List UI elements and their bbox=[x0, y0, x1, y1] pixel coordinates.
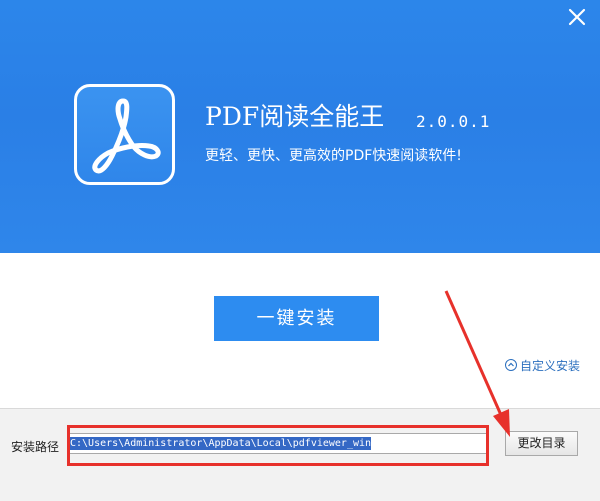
chevron-up-circle-icon bbox=[505, 359, 517, 371]
app-logo bbox=[74, 84, 175, 185]
app-title: PDF阅读全能王 bbox=[205, 102, 385, 131]
acrobat-pdf-icon bbox=[92, 98, 161, 174]
install-path-value: C:\Users\Administrator\AppData\Local\pdf… bbox=[70, 437, 372, 450]
install-path-label: 安装路径 bbox=[11, 440, 60, 454]
custom-install-label: 自定义安装 bbox=[520, 358, 581, 373]
custom-install-link[interactable]: 自定义安装 bbox=[505, 356, 580, 374]
close-icon bbox=[568, 8, 586, 26]
app-version: 2.0.0.1 bbox=[416, 112, 491, 131]
one-click-install-button[interactable]: 一键安装 bbox=[214, 296, 379, 341]
app-tagline: 更轻、更快、更高效的PDF快速阅读软件! bbox=[205, 148, 462, 164]
install-path-input[interactable]: C:\Users\Administrator\AppData\Local\pdf… bbox=[67, 433, 488, 454]
header-banner: PDF阅读全能王 2.0.0.1 更轻、更快、更高效的PDF快速阅读软件! bbox=[0, 0, 600, 253]
close-button[interactable] bbox=[566, 6, 588, 28]
change-directory-button[interactable]: 更改目录 bbox=[505, 431, 578, 456]
